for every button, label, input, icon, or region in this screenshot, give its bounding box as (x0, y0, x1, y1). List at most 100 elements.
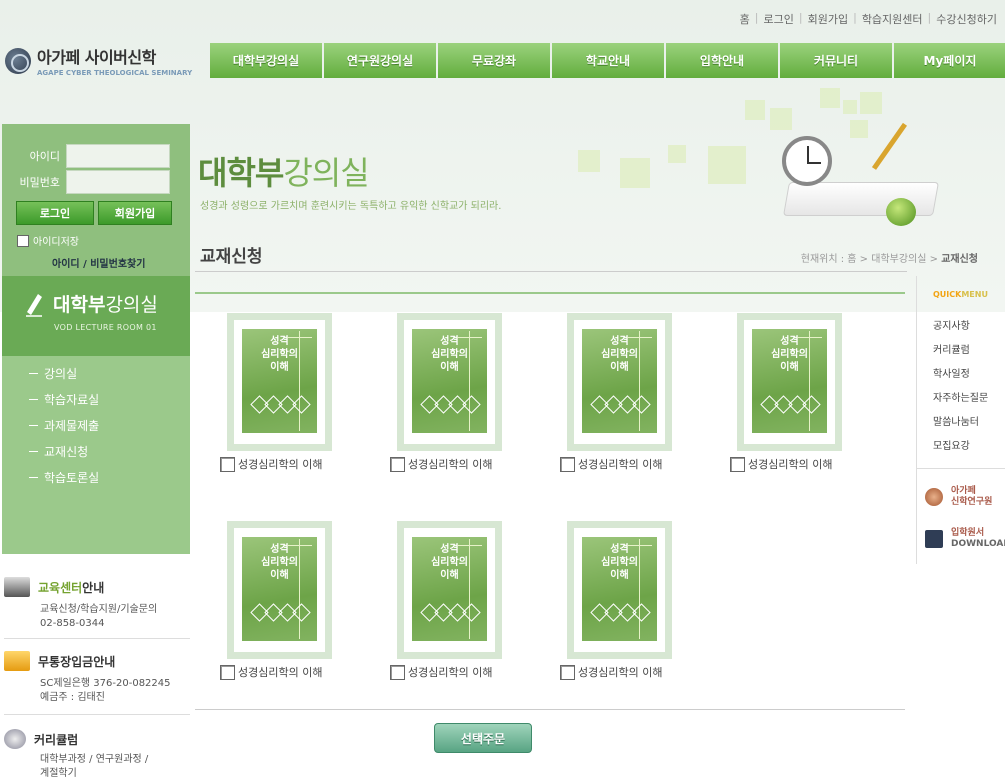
submenu-assignments[interactable]: 과제물제출 (29, 412, 99, 438)
book-image[interactable]: 성격 심리학의 이해 (227, 313, 332, 451)
banner-line1: 아가페 (951, 486, 976, 496)
save-id-label: 아이디저장 (33, 237, 79, 248)
breadcrumb: 현재위치 : 홈 > 대학부강의실 > 교재신청 (801, 250, 978, 265)
cover-title-line: 이해 (440, 570, 459, 581)
book-cover: 성격 심리학의 이해 (412, 537, 487, 641)
nav-school-info[interactable]: 학교안내 (552, 43, 664, 78)
book-title: 성경심리학의 이해 (238, 666, 323, 679)
book-select[interactable]: 성경심리학의 이해 (730, 456, 847, 472)
book-image[interactable]: 성격 심리학의 이해 (737, 313, 842, 451)
book-title: 성경심리학의 이해 (238, 458, 323, 471)
main-nav: 대학부강의실 연구원강의실 무료강좌 학교안내 입학안내 커뮤니티 My페이지 (210, 43, 1005, 78)
nav-research-lecture[interactable]: 연구원강의실 (324, 43, 436, 78)
cover-title-line: 심리학의 (601, 557, 638, 568)
decor-square (843, 100, 857, 114)
checkbox[interactable] (390, 456, 405, 472)
book-select[interactable]: 성경심리학의 이해 (560, 664, 677, 680)
separator: | (798, 11, 803, 24)
quick-title-a: QUICK (933, 290, 962, 299)
util-support-link[interactable]: 학습지원센터 (862, 11, 923, 27)
quick-faq[interactable]: 자주하는질문 (933, 389, 988, 404)
book-select[interactable]: 성경심리학의 이해 (560, 456, 677, 472)
cover-title-line: 심리학의 (601, 349, 638, 360)
section-title: 대학부강의실 (198, 148, 370, 194)
diamond-pattern (250, 603, 311, 622)
page: 홈 | 로그인 | 회원가입 | 학습지원센터 | 수강신청하기 아가페 사이버신학 A… (0, 0, 1005, 780)
quick-word-sharing[interactable]: 말씀나눔터 (933, 413, 979, 428)
submenu-materials[interactable]: 학습자료실 (29, 386, 99, 412)
book-select[interactable]: 성경심리학의 이해 (390, 664, 507, 680)
nav-admission[interactable]: 입학안내 (666, 43, 778, 78)
book-image[interactable]: 성격 심리학의 이해 (397, 521, 502, 659)
book-title: 성경심리학의 이해 (748, 458, 833, 471)
quick-recruitment[interactable]: 모집요강 (933, 437, 970, 452)
book-select[interactable]: 성경심리학의 이해 (220, 664, 337, 680)
logo-subtitle: AGAPE CYBER THEOLOGICAL SEMINARY (37, 69, 193, 77)
save-id-checkbox[interactable]: 아이디저장 (17, 233, 79, 248)
checkbox[interactable] (220, 664, 235, 680)
cover-title-line: 이해 (610, 570, 629, 581)
folder-icon (4, 651, 30, 671)
book-select[interactable]: 성경심리학의 이해 (220, 456, 337, 472)
submenu-label: 강의실 (44, 366, 78, 381)
password-input[interactable] (66, 170, 170, 194)
book-title: 성경심리학의 이해 (408, 458, 493, 471)
join-button[interactable]: 회원가입 (98, 201, 172, 225)
quick-application-download[interactable]: 입학원서 DOWNLOAD (925, 528, 1005, 550)
quick-research-banner[interactable]: 아가페 신학연구원 (925, 486, 992, 508)
side-menu-title: 대학부 강의실 VOD LECTURE ROOM 01 (2, 276, 190, 356)
banner-line1: 입학원서 (951, 528, 985, 538)
id-input[interactable] (66, 144, 170, 168)
quick-menu-title: QUICKMENU (933, 290, 988, 299)
util-login-link[interactable]: 로그인 (764, 11, 794, 27)
submenu-discussion[interactable]: 학습토론실 (29, 464, 99, 490)
book-image[interactable]: 성격 심리학의 이해 (567, 521, 672, 659)
util-enroll-link[interactable]: 수강신청하기 (936, 11, 997, 27)
order-selected-button[interactable]: 선택주문 (434, 723, 532, 753)
coffee-icon (925, 488, 943, 506)
book-image[interactable]: 성격 심리학의 이해 (567, 313, 672, 451)
curriculum-icon (4, 729, 26, 749)
breadcrumb-current: 교재신청 (941, 254, 978, 265)
book-card: 성격 심리학의 이해성경심리학의 이해 (730, 313, 847, 472)
find-account-link[interactable]: 아이디 / 비밀번호찾기 (52, 255, 145, 270)
checkbox[interactable] (220, 456, 235, 472)
divider (195, 709, 905, 710)
nav-free-lecture[interactable]: 무료강좌 (438, 43, 550, 78)
cover-title-line: 심리학의 (431, 349, 468, 360)
section-title-bold: 대학부 (198, 154, 284, 192)
util-home-link[interactable]: 홈 (740, 11, 750, 27)
nav-college-lecture[interactable]: 대학부강의실 (210, 43, 322, 78)
quick-schedule[interactable]: 학사일정 (933, 365, 970, 380)
login-button[interactable]: 로그인 (16, 201, 94, 225)
logo[interactable]: 아가페 사이버신학 AGAPE CYBER THEOLOGICAL SEMINA… (5, 44, 192, 77)
book-image[interactable]: 성격 심리학의 이해 (397, 313, 502, 451)
nav-community[interactable]: 커뮤니티 (780, 43, 892, 78)
submenu-lecture-room[interactable]: 강의실 (29, 360, 99, 386)
info-title: 커리큘럼 (34, 732, 79, 747)
login-box: 아이디 비밀번호 로그인 회원가입 아이디저장 아이디 / 비밀번호찾기 (2, 124, 190, 276)
checkbox[interactable] (560, 456, 575, 472)
diamond-pattern (760, 395, 821, 414)
info-desc-line: 계절학기 (40, 768, 77, 779)
info-desc-line: 교육신청/학습지원/기술문의 (40, 604, 158, 615)
checkbox[interactable] (730, 456, 745, 472)
decor-square (770, 108, 792, 130)
nav-mypage[interactable]: My페이지 (894, 43, 1005, 78)
checkbox[interactable] (390, 664, 405, 680)
quick-curriculum[interactable]: 커리큘럼 (933, 341, 970, 356)
decor-square (620, 158, 650, 188)
quick-notice[interactable]: 공지사항 (933, 317, 970, 332)
monitor-icon (4, 577, 30, 597)
section-subtitle: 성경과 성령으로 가르치며 훈련시키는 독특하고 유익한 신학교가 되리라. (200, 201, 502, 212)
book-cover: 성격 심리학의 이해 (582, 329, 657, 433)
breadcrumb-path: 현재위치 : 홈 > 대학부강의실 > (800, 254, 942, 265)
quick-title-b: MENU (961, 290, 988, 299)
checkbox[interactable] (560, 664, 575, 680)
submenu-textbook[interactable]: 교재신청 (29, 438, 99, 464)
util-join-link[interactable]: 회원가입 (808, 11, 848, 27)
book-select[interactable]: 성경심리학의 이해 (390, 456, 507, 472)
side-menu: 대학부 강의실 VOD LECTURE ROOM 01 강의실 학습자료실 과제물… (2, 276, 190, 554)
floppy-disk-icon (925, 530, 943, 548)
book-image[interactable]: 성격 심리학의 이해 (227, 521, 332, 659)
